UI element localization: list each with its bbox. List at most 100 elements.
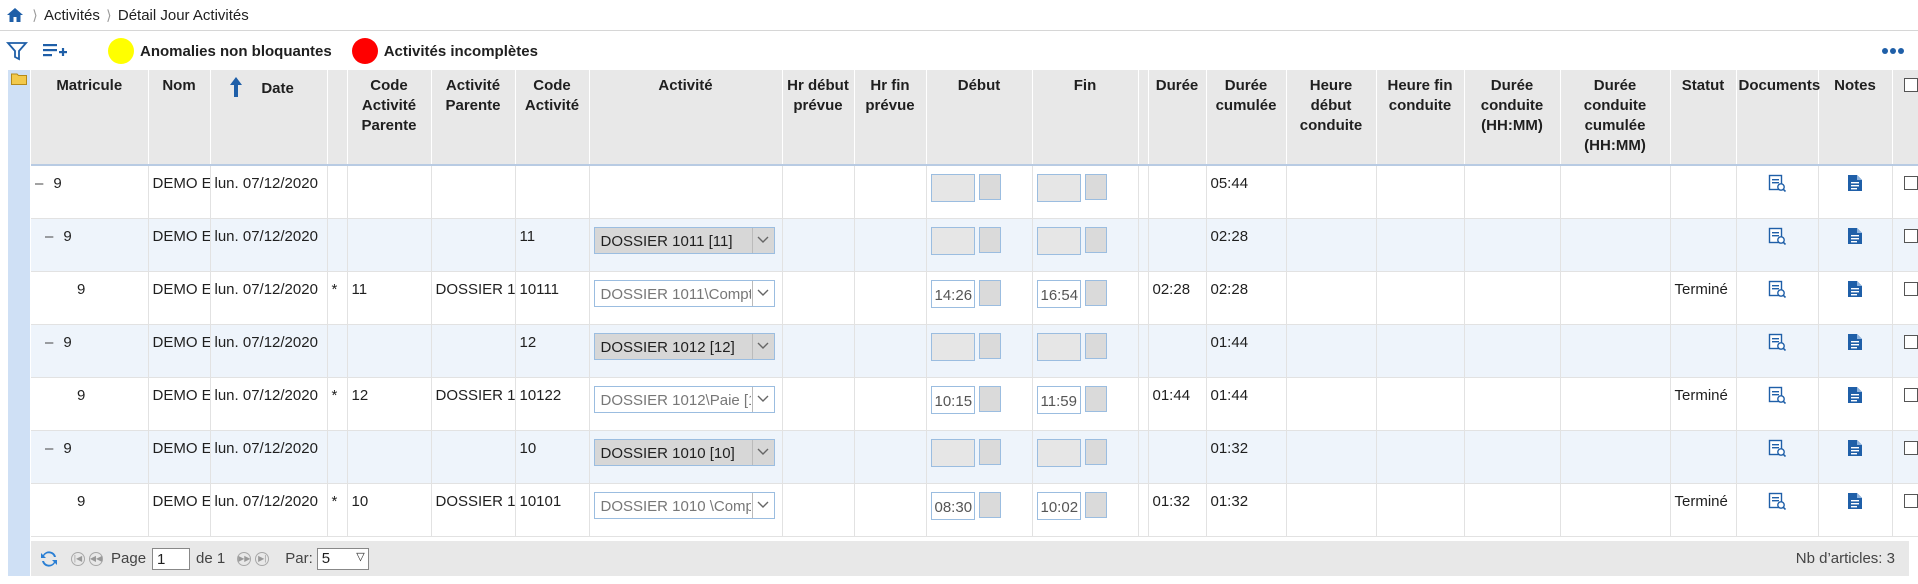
- row-checkbox[interactable]: [1903, 387, 1918, 402]
- start-time-picker-button[interactable]: [978, 385, 1001, 412]
- breadcrumb-item-activites[interactable]: Activités: [44, 7, 100, 24]
- col-header-duree-conduite[interactable]: Durée conduite (HH:MM): [1464, 70, 1561, 166]
- start-time-input[interactable]: [930, 226, 975, 255]
- col-header-hr-debut-prevue[interactable]: Hr début prévue: [782, 70, 855, 166]
- col-header-matricule[interactable]: Matricule: [31, 70, 149, 166]
- col-header-statut[interactable]: Statut: [1670, 70, 1737, 166]
- col-header-code-parent[interactable]: Code Activité Parente: [347, 70, 432, 166]
- col-header-heure-debut-conduite[interactable]: Heure début conduite: [1286, 70, 1377, 166]
- sort-ascending-icon[interactable]: [229, 77, 247, 102]
- collapse-icon[interactable]: –: [45, 228, 53, 245]
- table-row[interactable]: –9DEMO EMPlun. 07/12/202011DOSSIER 1011 …: [31, 218, 1918, 272]
- end-time-input[interactable]: [1036, 438, 1081, 467]
- note-icon[interactable]: [1847, 280, 1863, 302]
- col-header-hr-fin-prevue[interactable]: Hr fin prévue: [854, 70, 927, 166]
- folder-icon[interactable]: [11, 72, 27, 85]
- prev-page-icon[interactable]: ◀◀: [89, 551, 103, 566]
- activity-select[interactable]: DOSSIER 1012 [12]: [593, 332, 775, 360]
- note-icon[interactable]: [1847, 386, 1863, 408]
- start-time-input[interactable]: 10:15: [930, 385, 975, 414]
- start-time-picker-button[interactable]: [978, 332, 1001, 359]
- start-time-input[interactable]: [930, 332, 975, 361]
- start-time-input[interactable]: [930, 174, 975, 202]
- end-time-input[interactable]: 10:02: [1036, 491, 1081, 520]
- note-icon[interactable]: [1847, 333, 1863, 355]
- page-number-input[interactable]: 1: [152, 547, 191, 570]
- col-header-duree-conduite-cumulee[interactable]: Durée conduite cumulée (HH:MM): [1560, 70, 1671, 166]
- row-checkbox[interactable]: [1903, 440, 1918, 455]
- col-header-fin[interactable]: Fin: [1032, 70, 1139, 166]
- col-header-documents[interactable]: Documents: [1736, 70, 1820, 166]
- col-header-heure-fin-conduite[interactable]: Heure fin conduite: [1376, 70, 1465, 166]
- col-header-date[interactable]: Date: [210, 70, 328, 166]
- end-time-input[interactable]: [1036, 174, 1081, 202]
- document-search-icon[interactable]: [1768, 227, 1787, 249]
- add-column-icon[interactable]: [40, 36, 70, 66]
- col-header-select-all[interactable]: [1892, 70, 1918, 166]
- table-row[interactable]: –9DEMO EMPlun. 07/12/202010DOSSIER 1010 …: [31, 430, 1918, 484]
- document-search-icon[interactable]: [1768, 333, 1787, 355]
- note-icon[interactable]: [1847, 175, 1863, 196]
- end-time-picker-button[interactable]: [1084, 332, 1107, 359]
- end-time-picker-button[interactable]: [1084, 174, 1107, 200]
- per-page-select[interactable]: 5 ▽: [316, 547, 369, 570]
- row-checkbox[interactable]: [1903, 281, 1918, 296]
- start-time-input[interactable]: 08:30: [930, 491, 975, 520]
- activity-select[interactable]: DOSSIER 1011\Compt: [593, 279, 775, 307]
- row-checkbox[interactable]: [1903, 228, 1918, 243]
- table-row[interactable]: 9DEMO EMPlun. 07/12/2020*11DOSSIER 10111…: [31, 271, 1918, 325]
- end-time-input[interactable]: [1036, 332, 1081, 361]
- table-row[interactable]: 9DEMO EMPlun. 07/12/2020*12DOSSIER 10121…: [31, 377, 1918, 431]
- table-row[interactable]: –9DEMO EMPlun. 07/12/202012DOSSIER 1012 …: [31, 324, 1918, 378]
- row-checkbox[interactable]: [1903, 176, 1918, 190]
- document-search-icon[interactable]: [1768, 174, 1787, 196]
- start-time-picker-button[interactable]: [978, 279, 1001, 306]
- start-time-input[interactable]: [930, 438, 975, 467]
- next-page-icon[interactable]: ▶▶: [237, 551, 252, 566]
- collapse-icon[interactable]: –: [45, 334, 53, 351]
- activity-select[interactable]: DOSSIER 1012\Paie [1: [593, 385, 775, 413]
- end-time-picker-button[interactable]: [1084, 279, 1107, 306]
- document-search-icon[interactable]: [1768, 386, 1787, 408]
- activity-select[interactable]: DOSSIER 1010 \Comp: [593, 491, 775, 519]
- start-time-picker-button[interactable]: [978, 226, 1001, 253]
- end-time-picker-button[interactable]: [1084, 438, 1107, 465]
- col-header-nom[interactable]: Nom: [148, 70, 211, 166]
- document-search-icon[interactable]: [1768, 280, 1787, 302]
- table-row[interactable]: 9DEMO EMPlun. 07/12/2020*10DOSSIER 10101…: [31, 483, 1918, 537]
- col-header-debut[interactable]: Début: [926, 70, 1033, 166]
- select-all-checkbox[interactable]: [1903, 78, 1918, 92]
- document-search-icon[interactable]: [1768, 492, 1787, 514]
- col-header-notes[interactable]: Notes: [1818, 70, 1893, 166]
- activity-select[interactable]: DOSSIER 1010 [10]: [593, 438, 775, 466]
- end-time-input[interactable]: [1036, 226, 1081, 255]
- start-time-picker-button[interactable]: [978, 174, 1001, 200]
- end-time-picker-button[interactable]: [1084, 226, 1107, 253]
- more-options-icon[interactable]: [1880, 40, 1906, 62]
- home-icon[interactable]: [4, 4, 26, 26]
- row-checkbox[interactable]: [1903, 493, 1918, 508]
- col-header-activite[interactable]: Activité: [589, 70, 783, 166]
- start-time-picker-button[interactable]: [978, 438, 1001, 465]
- row-checkbox[interactable]: [1903, 334, 1918, 349]
- col-header-code-activite[interactable]: Code Activité: [515, 70, 590, 166]
- refresh-icon[interactable]: [41, 550, 57, 567]
- table-row[interactable]: –9DEMO EMPlun. 07/12/202005:44: [31, 165, 1918, 219]
- end-time-input[interactable]: 16:54: [1036, 279, 1081, 308]
- collapse-icon[interactable]: –: [35, 175, 43, 192]
- col-header-duree-cumulee[interactable]: Durée cumulée: [1206, 70, 1287, 166]
- first-page-icon[interactable]: |◀: [71, 551, 85, 566]
- activity-select[interactable]: DOSSIER 1011 [11]: [593, 226, 775, 254]
- last-page-icon[interactable]: ▶|: [255, 551, 270, 566]
- col-header-duree[interactable]: Durée: [1148, 70, 1207, 166]
- start-time-picker-button[interactable]: [978, 491, 1001, 518]
- note-icon[interactable]: [1847, 439, 1863, 461]
- document-search-icon[interactable]: [1768, 439, 1787, 461]
- note-icon[interactable]: [1847, 227, 1863, 249]
- start-time-input[interactable]: 14:26: [930, 279, 975, 308]
- filter-icon[interactable]: [2, 36, 32, 66]
- end-time-picker-button[interactable]: [1084, 385, 1107, 412]
- end-time-picker-button[interactable]: [1084, 491, 1107, 518]
- col-header-activite-parente[interactable]: Activité Parente: [431, 70, 516, 166]
- note-icon[interactable]: [1847, 492, 1863, 514]
